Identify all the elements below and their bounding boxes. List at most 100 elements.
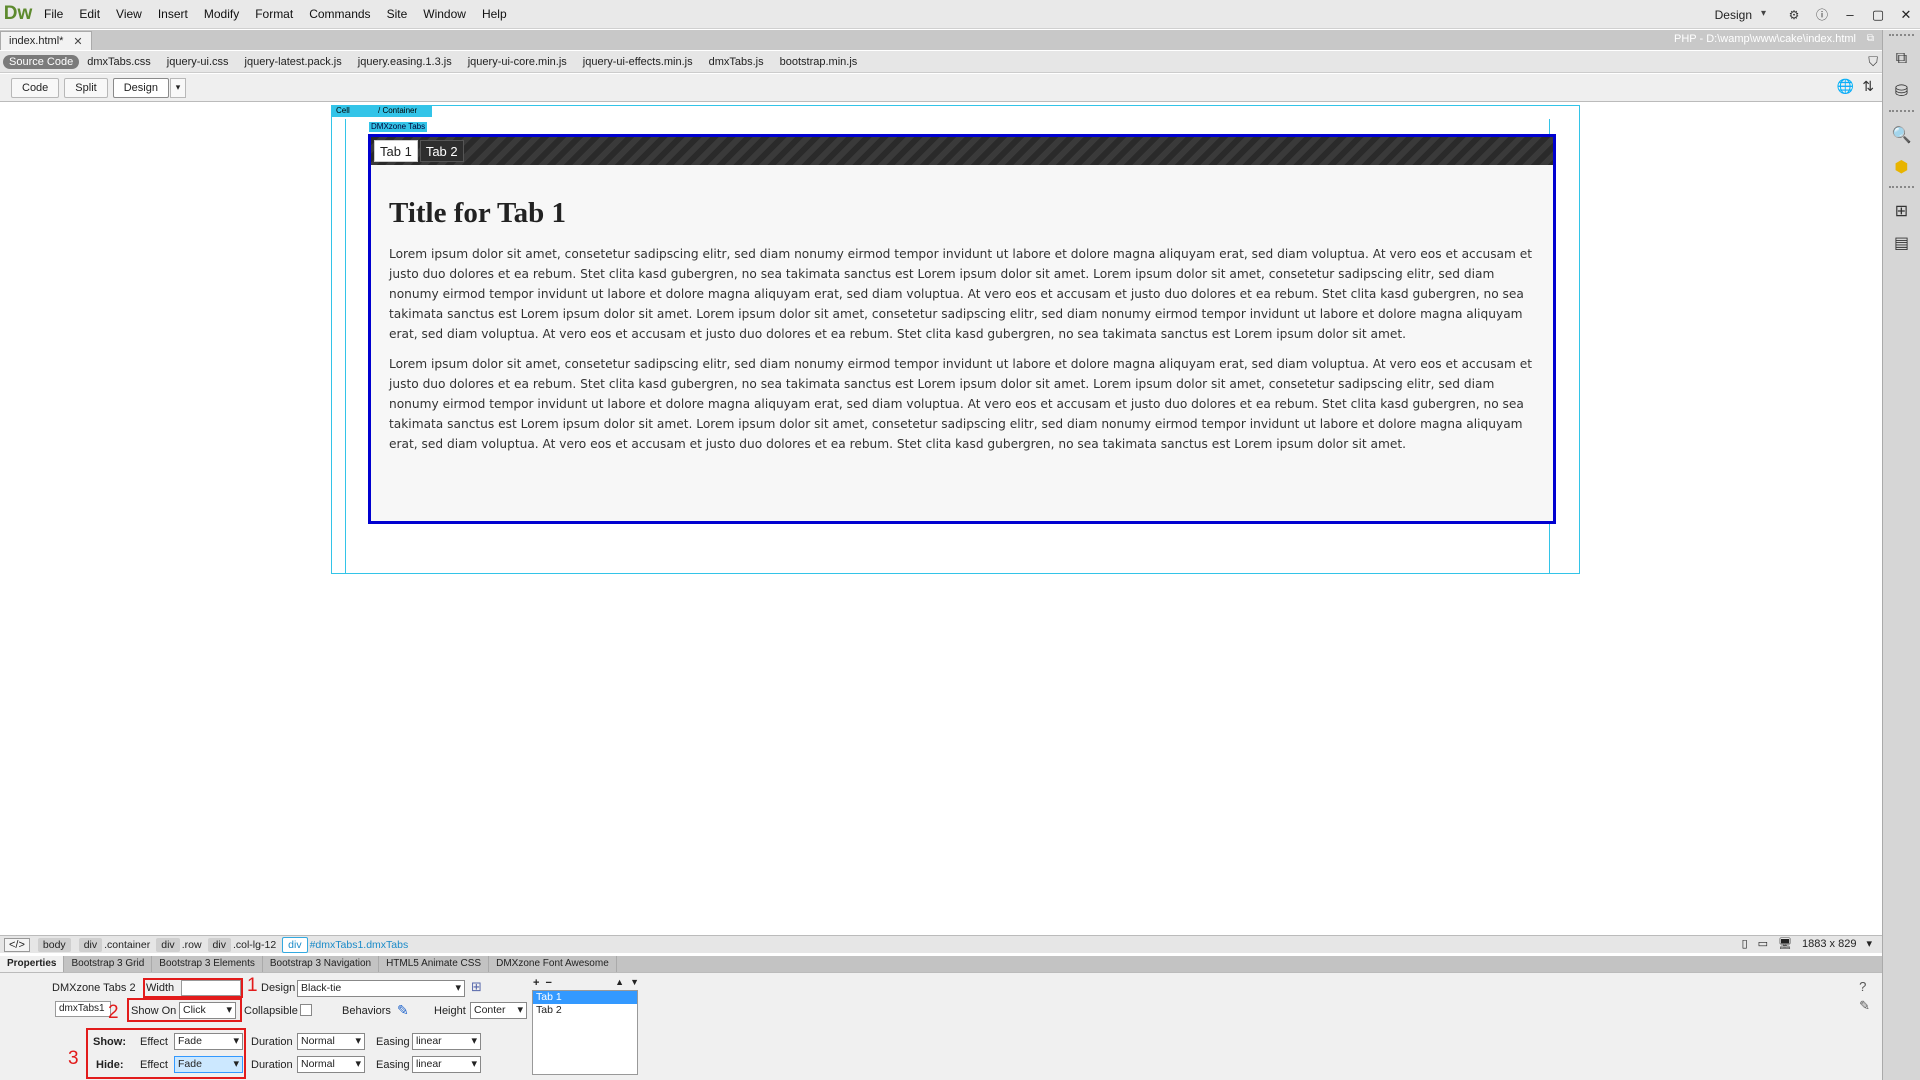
show-duration-select[interactable]: Normal [297, 1033, 365, 1050]
related-file[interactable]: jquery-ui-effects.min.js [575, 56, 701, 68]
hide-effect-select[interactable]: Fade [174, 1056, 243, 1073]
dmxzone-tabs-label[interactable]: DMXzone Tabs [369, 122, 428, 132]
menu-help[interactable]: Help [474, 0, 515, 29]
show-easing-select[interactable]: linear [412, 1033, 481, 1050]
edit-icon[interactable]: ✎ [1859, 998, 1870, 1014]
mobile-size-icon[interactable]: ▯ [1742, 937, 1748, 950]
related-file[interactable]: dmxTabs.css [79, 56, 159, 68]
related-file[interactable]: jquery.easing.1.3.js [350, 56, 460, 68]
menu-window[interactable]: Window [415, 0, 474, 29]
container-label[interactable]: / Container [374, 105, 432, 117]
dmx-tabs-widget[interactable]: Tab 1 Tab 2 Title for Tab 1 Lorem ipsum … [368, 134, 1556, 524]
tab-properties[interactable]: Properties [0, 956, 65, 972]
property-inspector: DMXzone Tabs 2 dmxTabs1 Width 1 Design B… [0, 972, 1882, 1080]
file-transfer-icon[interactable]: ⇅ [1862, 78, 1874, 95]
minimize-icon[interactable]: – [1836, 5, 1864, 25]
hide-duration-select[interactable]: Normal [297, 1056, 365, 1073]
tablet-size-icon[interactable]: ▭ [1758, 937, 1768, 950]
related-file[interactable]: dmxTabs.js [701, 56, 772, 68]
menu-edit[interactable]: Edit [71, 0, 108, 29]
breadcrumb-row[interactable]: div .row [156, 937, 202, 952]
tab-html5-animate-css[interactable]: HTML5 Animate CSS [379, 956, 490, 972]
menu-format[interactable]: Format [247, 0, 301, 29]
remove-tab-icon[interactable]: − [545, 977, 551, 989]
dock-grip[interactable] [1889, 110, 1914, 116]
preview-browser-icon[interactable]: 🌐 [1837, 78, 1854, 95]
annotation-box-2 [127, 998, 242, 1022]
breadcrumb-tag: div [207, 937, 231, 952]
dom-panel-icon[interactable]: ⊞ [1889, 198, 1915, 224]
assets-panel-icon[interactable]: ⬢ [1889, 154, 1915, 180]
document-tab[interactable]: index.html* ✕ [0, 31, 92, 50]
grid-icon[interactable]: ⊞ [471, 979, 482, 995]
desktop-size-icon[interactable]: 🖥 [1778, 937, 1792, 950]
menu-modify[interactable]: Modify [196, 0, 247, 29]
split-view-button[interactable]: Split [64, 77, 108, 98]
help-icon[interactable]: ? [1859, 979, 1870, 994]
menu-file[interactable]: File [36, 0, 71, 29]
breadcrumb-dmxtabs[interactable]: div #dmxTabs1.dmxTabs [282, 936, 408, 953]
component-name: DMXzone Tabs 2 [52, 982, 136, 994]
maximize-icon[interactable]: ▢ [1864, 5, 1892, 25]
collapsible-checkbox[interactable] [300, 1004, 312, 1016]
breadcrumb-tag: div [282, 936, 308, 953]
related-file[interactable]: jquery-ui.css [159, 56, 237, 68]
view-dropdown-icon[interactable]: ▾ [169, 77, 186, 98]
databases-panel-icon[interactable]: ⛁ [1889, 78, 1915, 104]
close-window-icon[interactable]: ✕ [1892, 5, 1920, 25]
related-file[interactable]: jquery-ui-core.min.js [460, 56, 575, 68]
height-label: Height [434, 1005, 466, 1017]
breadcrumb-container[interactable]: div .container [78, 937, 151, 952]
menu-site[interactable]: Site [379, 0, 416, 29]
add-tab-icon[interactable]: + [533, 977, 539, 989]
dock-grip[interactable] [1889, 34, 1914, 40]
breadcrumb-class: .container [104, 938, 151, 951]
window-size-dropdown-icon[interactable]: ▾ [1866, 937, 1872, 950]
tab-font-awesome[interactable]: DMXzone Font Awesome [489, 956, 617, 972]
related-file[interactable]: bootstrap.min.js [772, 56, 866, 68]
move-up-icon[interactable]: ▲ [615, 977, 624, 989]
height-select[interactable]: Conter [470, 1002, 527, 1019]
breadcrumb-body[interactable]: body [37, 937, 73, 952]
component-id-input[interactable]: dmxTabs1 [55, 1001, 111, 1017]
move-down-icon[interactable]: ▼ [630, 977, 639, 989]
show-effect-select[interactable]: Fade [174, 1033, 243, 1050]
tab-list[interactable]: Tab 1 Tab 2 [532, 990, 638, 1075]
files-panel-icon[interactable]: ⧉ [1889, 46, 1915, 72]
filter-icon[interactable]: ⛉ [1868, 54, 1878, 70]
window-size[interactable]: 1883 x 829 [1802, 938, 1856, 950]
tab-bootstrap-elements[interactable]: Bootstrap 3 Elements [152, 956, 263, 972]
tab-2[interactable]: Tab 2 [419, 140, 464, 162]
restore-document-icon[interactable]: ⧉ [1867, 33, 1874, 44]
tab-bootstrap-grid[interactable]: Bootstrap 3 Grid [64, 956, 153, 972]
design-view-button[interactable]: Design [112, 77, 169, 98]
behaviors-icon[interactable]: ✎ [397, 1002, 409, 1019]
workspace-switcher[interactable]: Design [1709, 8, 1780, 22]
snippets-panel-icon[interactable]: ▤ [1889, 230, 1915, 256]
menu-view[interactable]: View [108, 0, 150, 29]
menu-commands[interactable]: Commands [301, 0, 378, 29]
related-file[interactable]: jquery-latest.pack.js [237, 56, 350, 68]
dock-grip[interactable] [1889, 186, 1914, 192]
menu-insert[interactable]: Insert [150, 0, 196, 29]
menu-bar: Dw File Edit View Insert Modify Format C… [0, 0, 1920, 29]
tab-list-item[interactable]: Tab 1 [533, 991, 637, 1004]
breadcrumb-col[interactable]: div .col-lg-12 [207, 937, 276, 952]
related-file-source-code[interactable]: Source Code [3, 54, 80, 69]
panel-dock: ⧉ ⛁ 🔍 ⬢ ⊞ ▤ [1882, 30, 1920, 1080]
sync-settings-icon[interactable]: ⚙ [1780, 5, 1808, 25]
css-designer-icon[interactable]: 🔍 [1889, 122, 1915, 148]
cell-label[interactable]: Cell [332, 105, 374, 117]
document-tab-bar: index.html* ✕ PHP - D:\wamp\www\cake\ind… [0, 30, 1882, 50]
hide-easing-select[interactable]: linear [412, 1056, 481, 1073]
code-navigator-icon[interactable]: </> [4, 937, 30, 952]
design-view[interactable]: Cell / Container DMXzone Tabs Tab 1 Tab … [0, 103, 1882, 933]
annotation-number-3: 3 [68, 1048, 79, 1069]
code-view-button[interactable]: Code [11, 77, 60, 98]
tab-1[interactable]: Tab 1 [374, 140, 418, 162]
tab-bootstrap-navigation[interactable]: Bootstrap 3 Navigation [263, 956, 380, 972]
close-tab-icon[interactable]: ✕ [73, 35, 82, 48]
tab-list-item[interactable]: Tab 2 [533, 1004, 637, 1017]
design-select[interactable]: Black-tie [297, 980, 465, 997]
info-icon[interactable]: ⓘ [1808, 5, 1836, 25]
